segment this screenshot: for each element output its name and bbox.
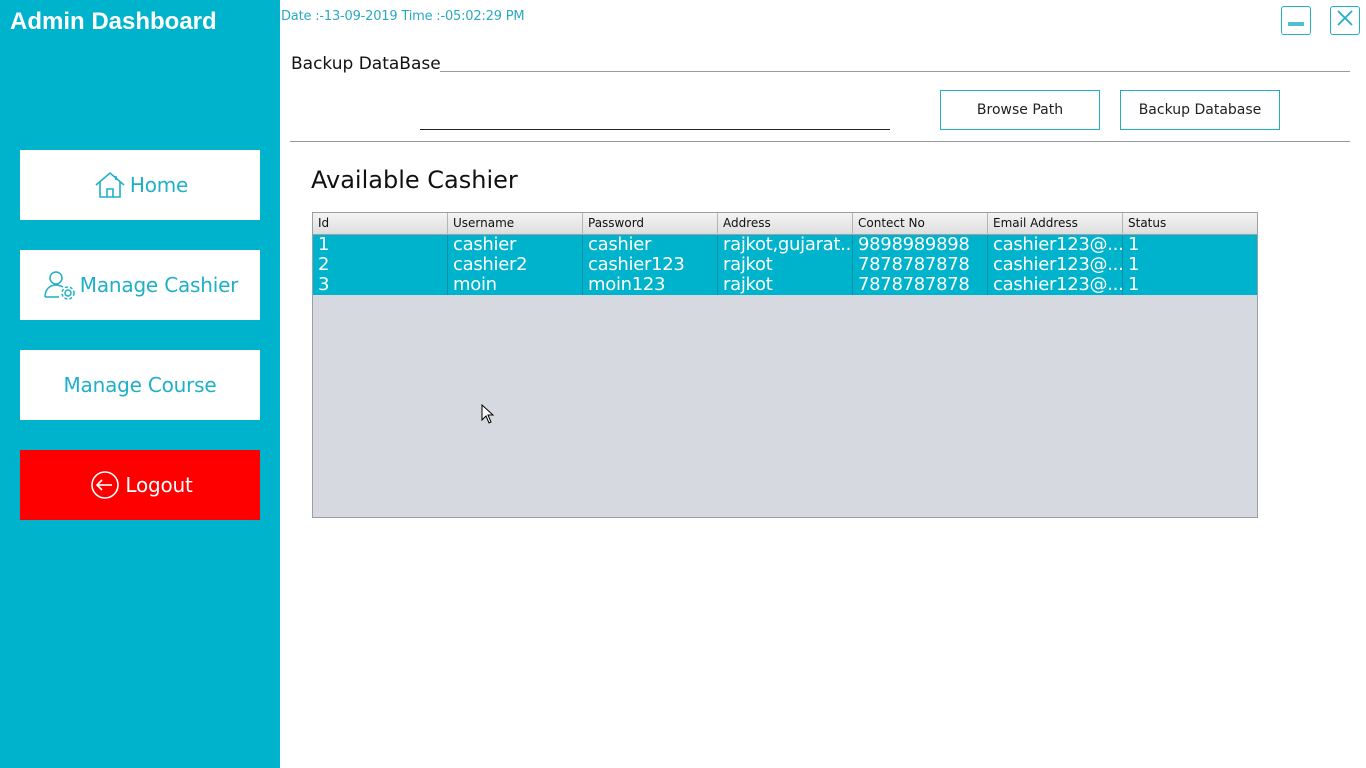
divider [290,141,1350,142]
backup-database-button[interactable]: Backup Database [1120,90,1280,130]
app-window: Admin Dashboard Home Manage Cashier Mana… [0,0,1366,768]
table-cell: 3 [313,275,448,295]
user-gear-icon [42,268,78,302]
divider [440,71,1350,72]
table-cell: rajkot [718,275,853,295]
table-cell: cashier [448,235,583,255]
table-cell: rajkot [718,255,853,275]
table-cell: 1 [313,235,448,255]
table-cell: 9898989898 [853,235,988,255]
sidebar-item-label: Manage Cashier [79,273,239,297]
table-cell: cashier123@... [988,235,1123,255]
minimize-button[interactable] [1281,6,1311,35]
sidebar-item-manage-cashier[interactable]: Manage Cashier [20,250,260,320]
table-cell: 1 [1128,275,1140,295]
table-cell: 7878787878 [853,275,988,295]
close-button[interactable] [1330,6,1360,35]
table-cell: 1 [1128,235,1140,255]
sidebar-item-label: Home [129,173,189,197]
column-header-password[interactable]: Password [583,213,718,235]
column-header-address[interactable]: Address [718,213,853,235]
table-cell: 1 [1128,255,1140,275]
table-header: Id Username Password Address Contect No … [313,213,1257,235]
column-header-email[interactable]: Email Address [988,213,1123,235]
sidebar: Admin Dashboard Home Manage Cashier Mana… [0,0,280,768]
table-cell: rajkot,gujarat... [718,235,853,255]
sidebar-item-home[interactable]: Home [20,150,260,220]
sidebar-item-manage-course[interactable]: Manage Course [20,350,260,420]
sidebar-item-label: Manage Course [63,373,217,397]
mouse-pointer-icon [481,403,495,429]
table-cell: cashier123 [583,255,718,275]
logout-icon [87,468,123,502]
table-cell: cashier [583,235,718,255]
datetime-label: Date :-13-09-2019 Time :-05:02:29 PM [281,9,525,24]
close-icon [1335,8,1355,33]
table-cell: cashier123@... [988,255,1123,275]
cashier-table[interactable]: Id Username Password Address Contect No … [312,212,1258,518]
app-title: Admin Dashboard [10,8,217,35]
table-row[interactable]: 3 moin moin123 rajkot 7878787878 cashier… [313,275,1257,295]
table-row[interactable]: 1 cashier cashier rajkot,gujarat... 9898… [313,235,1257,255]
backup-section-title: Backup DataBase [291,54,441,74]
cashier-section-title: Available Cashier [311,166,518,194]
table-cell: 2 [313,255,448,275]
sidebar-item-label: Logout [125,473,193,497]
table-row[interactable]: 2 cashier2 cashier123 rajkot 7878787878 … [313,255,1257,275]
table-cell: moin123 [583,275,718,295]
column-header-id[interactable]: Id [313,213,448,235]
home-icon [92,168,128,202]
minimize-icon [1285,8,1307,33]
table-cell: moin [448,275,583,295]
sidebar-item-logout[interactable]: Logout [20,450,260,520]
column-header-status[interactable]: Status [1123,213,1257,235]
table-cell: cashier2 [448,255,583,275]
column-header-contact[interactable]: Contect No [853,213,988,235]
table-cell: 7878787878 [853,255,988,275]
browse-path-button[interactable]: Browse Path [940,90,1100,130]
table-cell: cashier123@... [988,275,1123,295]
backup-path-input[interactable] [420,100,890,130]
column-header-username[interactable]: Username [448,213,583,235]
